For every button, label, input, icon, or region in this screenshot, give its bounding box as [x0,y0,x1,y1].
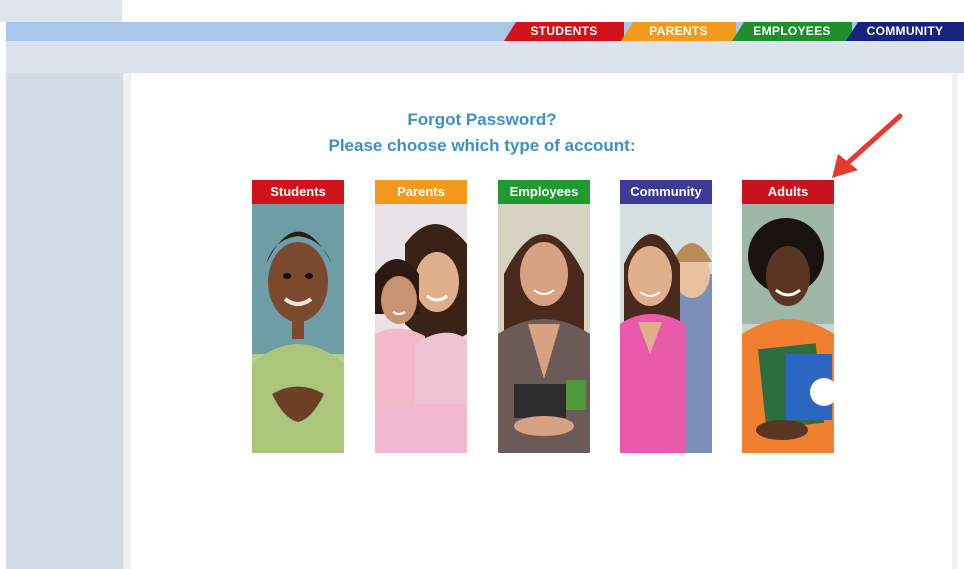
parents-photo [375,204,467,453]
card-label-parents: Parents [375,180,467,204]
community-photo [620,204,712,453]
nav-tab-community[interactable]: COMMUNITY [846,22,964,41]
sub-header-bar [6,41,964,73]
nav-tab-parents[interactable]: PARENTS [621,22,736,41]
nav-tab-employees[interactable]: EMPLOYEES [732,22,852,41]
employee-photo [498,204,590,453]
top-left-block [0,0,122,22]
page-title: Forgot Password? [407,110,557,129]
account-card-employees[interactable]: Employees [498,180,590,453]
nav-tab-students[interactable]: STUDENTS [504,22,624,41]
account-card-parents[interactable]: Parents [375,180,467,453]
account-card-community[interactable]: Community [620,180,712,453]
account-card-adults[interactable]: Adults [742,180,834,453]
red-arrow-icon [832,113,903,178]
adult-photo [742,204,834,453]
card-label-employees: Employees [498,180,590,204]
page-subtitle: Please choose which type of account: [328,136,636,155]
account-card-students[interactable]: Students [252,180,344,453]
card-label-adults: Adults [742,180,834,204]
card-label-community: Community [620,180,712,204]
top-nav-bar: STUDENTS PARENTS EMPLOYEES COMMUNITY [6,22,964,41]
student-photo [252,204,344,453]
top-strip [0,0,964,22]
card-label-students: Students [252,180,344,204]
